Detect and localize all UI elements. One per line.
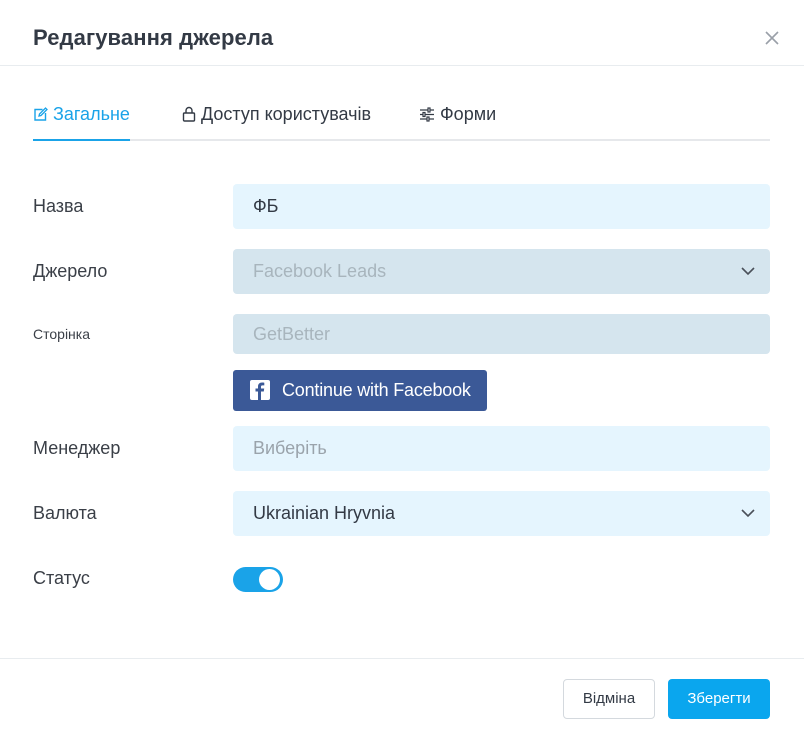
name-input[interactable]: ФБ <box>233 184 770 229</box>
page-value: GetBetter <box>253 324 331 344</box>
chevron-down-icon <box>741 267 755 276</box>
currency-label: Валюта <box>33 503 97 523</box>
source-value: Facebook Leads <box>253 261 387 281</box>
lock-icon <box>182 106 196 122</box>
tab-user-access-label: Доступ користувачів <box>201 104 372 124</box>
dialog-footer: Відміна Зберегти <box>0 658 804 734</box>
dialog-header: Редагування джерела <box>0 0 804 66</box>
edit-icon <box>34 107 48 121</box>
tab-general[interactable]: Загальне <box>33 104 130 141</box>
facebook-icon <box>250 380 270 400</box>
currency-select[interactable]: Ukrainian Hryvnia <box>233 491 770 536</box>
chevron-down-icon <box>741 509 755 518</box>
tab-forms[interactable]: Форми <box>419 104 496 139</box>
sliders-icon <box>420 107 434 122</box>
manager-select[interactable]: Виберіть <box>233 426 770 471</box>
close-icon[interactable] <box>763 29 781 47</box>
page-input: GetBetter <box>233 314 770 354</box>
continue-with-facebook-button[interactable]: Continue with Facebook <box>233 370 487 411</box>
source-select[interactable]: Facebook Leads <box>233 249 770 294</box>
currency-value: Ukrainian Hryvnia <box>253 503 396 523</box>
manager-label: Менеджер <box>33 438 121 458</box>
status-label: Статус <box>33 568 90 588</box>
save-button[interactable]: Зберегти <box>668 679 770 719</box>
cancel-button[interactable]: Відміна <box>563 679 655 719</box>
manager-placeholder: Виберіть <box>253 438 327 458</box>
name-label: Назва <box>33 196 84 216</box>
source-label: Джерело <box>33 261 108 281</box>
toggle-knob <box>259 569 280 590</box>
dialog-title: Редагування джерела <box>33 25 274 50</box>
tab-bar: Загальне Доступ користувачів Форми <box>33 96 770 141</box>
tab-forms-label: Форми <box>440 104 497 124</box>
page-label: Сторінка <box>33 326 90 342</box>
tab-user-access[interactable]: Доступ користувачів <box>182 104 371 139</box>
tab-general-label: Загальне <box>53 104 130 124</box>
name-value: ФБ <box>253 196 279 216</box>
facebook-button-label: Continue with Facebook <box>282 380 471 400</box>
status-toggle[interactable] <box>233 567 283 592</box>
